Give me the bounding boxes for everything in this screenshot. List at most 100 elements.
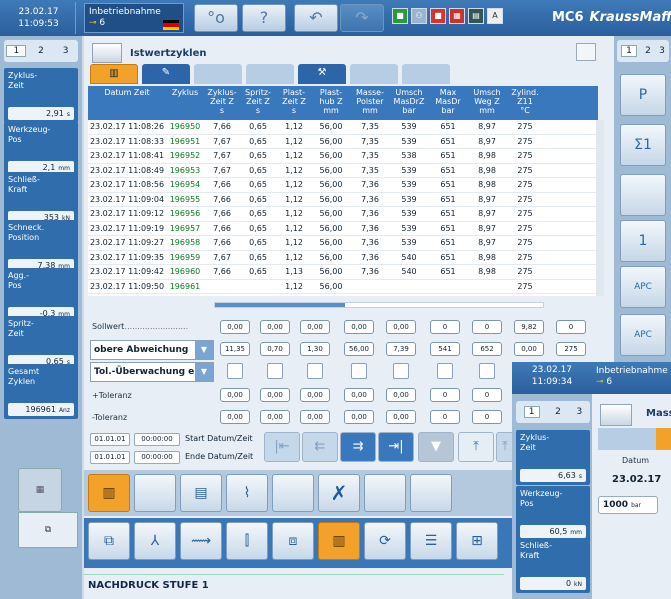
panel-schliess-kraft[interactable]: Schließ- Kraft 353 kN — [4, 172, 78, 227]
value-field[interactable]: 0 — [556, 320, 586, 334]
rewind-icon[interactable]: ⇇ — [302, 432, 338, 462]
overlay-panel-werkzeug-pos[interactable]: Werkzeug- Pos 60,5 mm — [516, 486, 590, 541]
overlay-panel-zyklus-zeit[interactable]: Zyklus- Zeit 6,63 s — [516, 430, 590, 485]
empty-button-3[interactable] — [364, 474, 406, 512]
scroll-down-icon[interactable]: ▼ — [418, 432, 454, 462]
panel-schneck-position[interactable]: Schneck. Position 7,38 mm — [4, 220, 78, 275]
table-row[interactable]: 23.02.17 11:09:35 196959 7,67 0,65 1,12 56,00… — [88, 251, 598, 265]
value-field[interactable]: 0,00 — [260, 388, 290, 402]
value-field[interactable]: 0,00 — [300, 410, 330, 424]
tab-tools-icon[interactable]: ⚒ — [298, 64, 346, 84]
end-time-field[interactable]: 00:00:00 — [134, 451, 180, 464]
page-tab-2[interactable]: 2 — [31, 46, 51, 56]
overlay-subtab-active[interactable] — [656, 428, 671, 450]
left-layout-icon[interactable]: ⧉ — [18, 512, 78, 548]
table-row[interactable]: 23.02.17 11:08:56 196954 7,66 0,65 1,12 56,00… — [88, 178, 598, 193]
hierarchy-icon[interactable]: ⊞ — [456, 522, 498, 560]
overlay-panel-schliess-kraft[interactable]: Schließ- Kraft 0 kN — [516, 538, 590, 593]
value-field[interactable]: 0,00 — [514, 342, 544, 356]
table-row[interactable]: 23.02.17 11:08:33 196951 7,67 0,65 1,12 56,00… — [88, 135, 598, 149]
value-field[interactable]: 0,00 — [220, 410, 250, 424]
table-row[interactable]: 23.02.17 11:09:50 196961 1,12 56,00 275 — [88, 280, 598, 294]
value-field[interactable]: 0 — [472, 410, 502, 424]
language-flag-icon[interactable] — [163, 20, 179, 30]
empty-button-4[interactable] — [410, 474, 452, 512]
value-field[interactable]: 0,00 — [344, 410, 374, 424]
empty-button-1[interactable] — [134, 474, 176, 512]
last-icon[interactable]: ⇥| — [378, 432, 414, 462]
panel-agg-pos[interactable]: Agg.- Pos -0,3 mm — [4, 268, 78, 323]
tolerance-checkbox[interactable] — [267, 363, 283, 379]
obere-abweichung-select[interactable]: obere Abweichung ▼ — [90, 340, 214, 360]
table-row[interactable]: 23.02.17 11:08:49 196953 7,67 0,65 1,12 56,00… — [88, 164, 598, 178]
table-row[interactable]: 23.02.17 11:08:41 196952 7,67 0,65 1,12 56,00… — [88, 149, 598, 164]
cycle-icon[interactable]: ⟳ — [364, 522, 406, 560]
right-page-tab-3[interactable]: 3 — [659, 46, 665, 56]
tolerance-checkbox[interactable] — [227, 363, 243, 379]
overlay-pressure-field[interactable]: 1000 bar — [598, 496, 658, 514]
left-grid-icon[interactable]: ▦ — [18, 468, 62, 512]
value-field[interactable]: 0,00 — [344, 320, 374, 334]
value-field[interactable]: 652 — [472, 342, 502, 356]
value-field[interactable]: 0,00 — [220, 320, 250, 334]
apc-button-2[interactable]: APC — [620, 314, 666, 356]
value-field[interactable]: 1,30 — [300, 342, 330, 356]
horizontal-scrollbar[interactable] — [214, 302, 544, 308]
value-field[interactable]: 56,00 — [344, 342, 374, 356]
end-date-field[interactable]: 01.01.01 — [90, 451, 130, 464]
program-icon[interactable]: P — [620, 74, 666, 116]
value-field[interactable]: 0 — [472, 320, 502, 334]
panel-zyklus-zeit[interactable]: Zyklus- Zeit 2,91 s — [4, 68, 78, 123]
tol-ueberwachung-select[interactable]: Tol.-Überwachung ein ▼ — [90, 362, 214, 382]
first-icon[interactable]: |⇤ — [264, 432, 300, 462]
chart-table-icon[interactable]: ▥ — [88, 474, 130, 512]
screw-icon[interactable]: ⟿ — [180, 522, 222, 560]
fast-forward-icon[interactable]: ⇉ — [340, 432, 376, 462]
scroll-top-icon[interactable]: ⤒ — [458, 432, 494, 462]
value-field[interactable]: 0,00 — [220, 388, 250, 402]
tab-table-icon[interactable]: ▥ — [90, 64, 138, 84]
overlay-page-tab-3[interactable]: 3 — [576, 407, 582, 417]
x-tool-icon[interactable]: ✗ — [318, 474, 360, 512]
apc-button-1[interactable]: APC — [620, 266, 666, 308]
tab-edit-icon[interactable]: ✎ — [142, 64, 190, 84]
corner-icon[interactable] — [576, 43, 596, 61]
y-junction-icon[interactable]: ⅄ — [134, 522, 176, 560]
table-row[interactable]: 23.02.17 11:09:19 196957 7,66 0,65 1,12 56,00… — [88, 222, 598, 236]
right-page-tab-1[interactable]: 1 — [621, 45, 637, 57]
mold-temp-icon[interactable]: ⧈ — [272, 522, 314, 560]
value-field[interactable]: 0,00 — [300, 320, 330, 334]
overlay-page-tab-1[interactable]: 1 — [523, 406, 540, 418]
value-field[interactable]: 0,00 — [260, 320, 290, 334]
panel-werkzeug-pos[interactable]: Werkzeug- Pos 2,1 mm — [4, 122, 78, 177]
value-field[interactable]: 0,00 — [260, 410, 290, 424]
panel-spritz-zeit[interactable]: Spritz- Zeit 0,65 s — [4, 316, 78, 371]
right-page-tab-2[interactable]: 2 — [645, 46, 651, 56]
tolerance-checkbox[interactable] — [437, 363, 453, 379]
config-icon[interactable]: ☰ — [410, 522, 452, 560]
page-tab-3[interactable]: 3 — [56, 46, 76, 56]
tolerance-checkbox[interactable] — [393, 363, 409, 379]
table-row[interactable]: 23.02.17 11:09:12 196956 7,66 0,65 1,12 56,00… — [88, 207, 598, 222]
value-field[interactable]: 0 — [472, 388, 502, 402]
value-field[interactable]: 541 — [430, 342, 460, 356]
settings-icon[interactable]: °o — [194, 4, 238, 32]
tolerance-checkbox[interactable] — [307, 363, 323, 379]
document-icon[interactable]: ▤ — [180, 474, 222, 512]
overlay-mode[interactable]: Inbetriebnahme ⊸ 6 — [596, 366, 671, 388]
back-arrow-icon[interactable]: ↶ — [294, 4, 338, 32]
empty-right-button[interactable] — [620, 174, 666, 216]
sum-icon[interactable]: Σ1 — [620, 124, 666, 166]
page-tab-1[interactable]: 1 — [6, 45, 27, 57]
value-field[interactable]: 0,00 — [344, 388, 374, 402]
value-field[interactable]: 275 — [556, 342, 586, 356]
table-body[interactable]: 23.02.17 11:08:26 196950 7,66 0,65 1,12 56,00… — [88, 120, 598, 296]
tab-empty-3[interactable] — [350, 64, 398, 84]
mold-icon[interactable]: ⧉ — [88, 522, 130, 560]
tab-empty-4[interactable] — [402, 64, 450, 84]
value-field[interactable]: 0,00 — [300, 388, 330, 402]
value-field[interactable]: 11,35 — [220, 342, 250, 356]
table-row[interactable]: 23.02.17 11:09:27 196958 7,66 0,65 1,12 56,00… — [88, 236, 598, 251]
value-field[interactable]: 0 — [430, 410, 460, 424]
table-row[interactable]: 23.02.17 11:09:04 196955 7,66 0,65 1,12 56,00… — [88, 193, 598, 207]
